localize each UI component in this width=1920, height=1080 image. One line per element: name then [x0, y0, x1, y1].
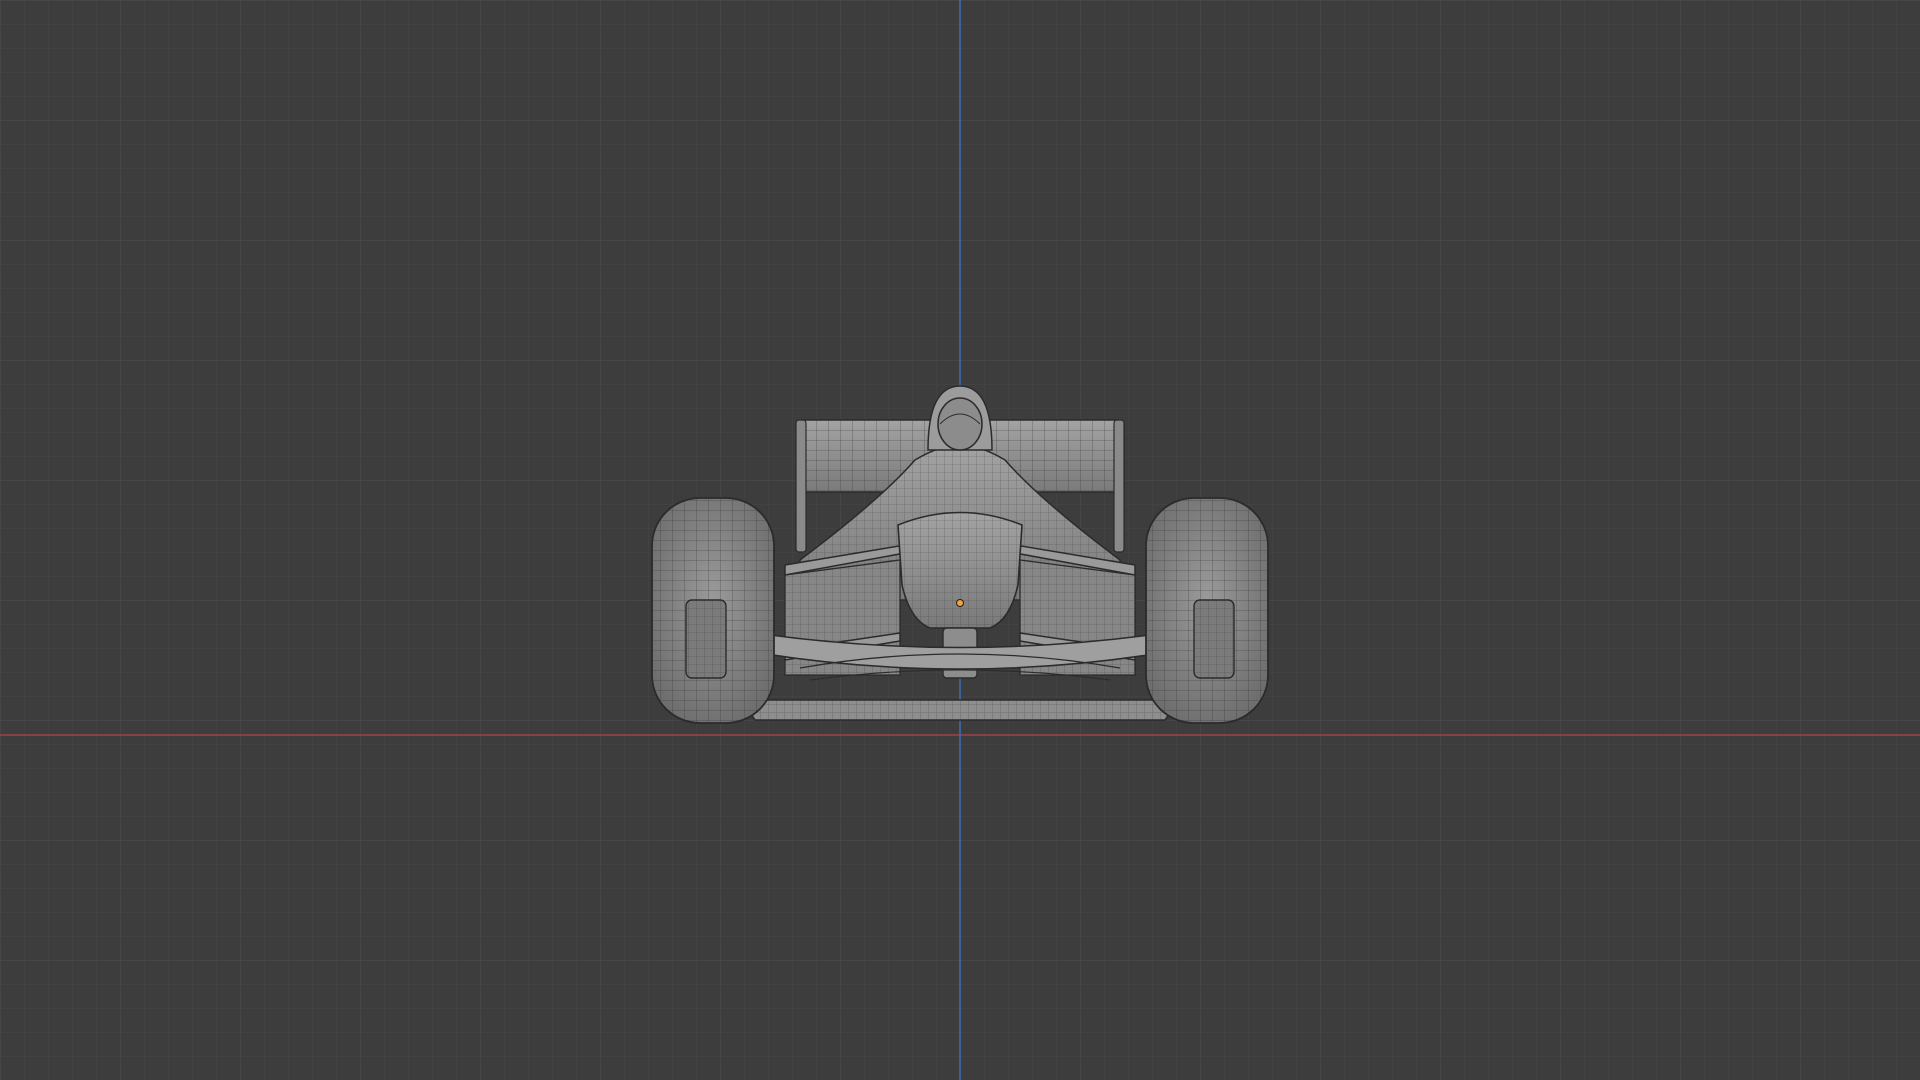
- tire-left[interactable]: [651, 497, 775, 724]
- viewport-canvas[interactable]: [0, 0, 1920, 1080]
- object-origin[interactable]: [956, 599, 964, 607]
- tire-right[interactable]: [1145, 497, 1269, 724]
- 3d-viewport[interactable]: [0, 0, 1920, 1080]
